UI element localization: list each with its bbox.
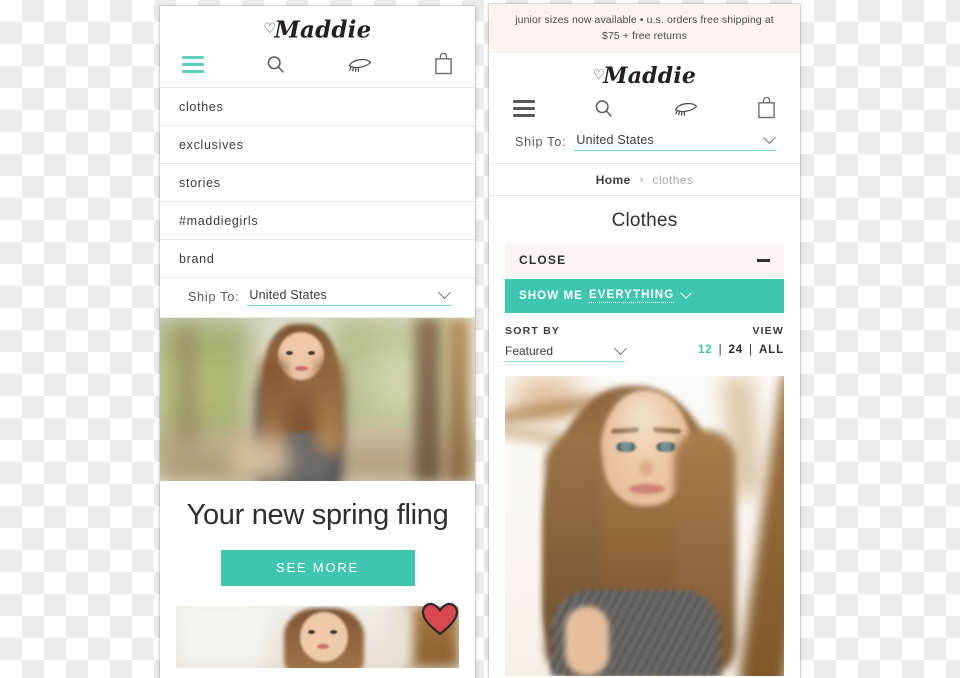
winking-eye-icon[interactable] (673, 100, 699, 116)
breadcrumb: Home › clothes (489, 164, 800, 197)
ship-to-label: Ship To: (188, 290, 240, 305)
chevron-down-icon (438, 286, 451, 299)
hero-title: Your new spring fling (186, 499, 449, 532)
chevron-down-icon (680, 287, 692, 299)
product-photo[interactable] (505, 376, 784, 677)
sort-by-caption: SORT BY (505, 325, 561, 338)
view-caption: VIEW (752, 325, 784, 338)
brand-name: Maddie (274, 16, 372, 44)
menu-item-maddiegirls[interactable]: #maddiegirls (160, 202, 475, 241)
sort-and-view-row: SORT BY Featured VIEW 12 | 24 | ALL (505, 325, 784, 363)
see-more-button[interactable]: SEE MORE (220, 550, 415, 587)
secondary-photo[interactable] (176, 606, 459, 669)
brand-name: Maddie (603, 63, 697, 90)
left-icon-bar (160, 45, 475, 87)
right-icon-bar (489, 91, 800, 127)
menu-item-stories[interactable]: stories (160, 164, 475, 203)
view-separator: | (749, 344, 753, 357)
search-icon[interactable] (265, 54, 286, 75)
view-options: 12 | 24 | ALL (698, 344, 784, 356)
show-me-filter[interactable]: SHOW ME EVERYTHING (505, 279, 784, 314)
ship-to-value: United States (249, 288, 327, 303)
ship-to-select[interactable]: United States (574, 130, 776, 152)
minus-icon (757, 258, 770, 262)
left-phone-mockup: ♡Maddie clothes exclusives stories #madd… (160, 6, 475, 678)
left-nav-menu: clothes exclusives stories #maddiegirls … (160, 88, 475, 279)
hero-photo[interactable] (160, 318, 475, 482)
show-me-label: SHOW ME (519, 290, 583, 303)
heart-badge-icon[interactable] (421, 602, 459, 636)
view-group: VIEW 12 | 24 | ALL (698, 325, 784, 356)
hero-copy: Your new spring fling SEE MORE (160, 481, 475, 587)
hamburger-menu-icon[interactable] (513, 99, 535, 117)
ship-to-value: United States (576, 133, 654, 148)
shopping-bag-icon[interactable] (434, 53, 453, 75)
sort-by-value: Featured (505, 344, 554, 359)
breadcrumb-home[interactable]: Home (596, 173, 631, 187)
menu-item-clothes[interactable]: clothes (160, 88, 475, 127)
breadcrumb-current: clothes (652, 172, 694, 187)
filter-close-bar[interactable]: CLOSE (505, 244, 784, 277)
right-phone-mockup: junior sizes now available • u.s. orders… (489, 4, 800, 678)
menu-item-exclusives[interactable]: exclusives (160, 126, 475, 165)
chevron-down-icon (763, 130, 776, 144)
view-separator: | (718, 344, 723, 357)
left-header: ♡Maddie (160, 6, 475, 89)
view-option-12[interactable]: 12 (698, 344, 713, 356)
page-title: Clothes (611, 210, 678, 232)
view-option-24[interactable]: 24 (728, 344, 743, 356)
menu-item-brand[interactable]: brand (160, 240, 475, 279)
winking-eye-icon[interactable] (347, 56, 373, 73)
hamburger-menu-icon[interactable] (182, 55, 204, 73)
right-header: ♡Maddie (489, 53, 800, 127)
brand-logo[interactable]: ♡Maddie (160, 14, 475, 45)
chevron-down-icon (614, 341, 627, 355)
breadcrumb-separator-icon: › (639, 174, 644, 186)
ship-to-label: Ship To: (515, 135, 567, 150)
ship-to-select[interactable]: United States (247, 286, 451, 307)
left-ship-to-row: Ship To: United States (160, 278, 475, 319)
brand-logo[interactable]: ♡Maddie (489, 53, 800, 91)
shopping-bag-icon[interactable] (757, 97, 776, 119)
search-icon[interactable] (593, 98, 614, 119)
sort-by-select[interactable]: Featured (505, 341, 627, 363)
view-option-all[interactable]: ALL (759, 344, 784, 356)
right-ship-to-row: Ship To: United States (489, 127, 800, 165)
show-me-value: EVERYTHING (588, 289, 675, 304)
sort-by-group: SORT BY Featured (505, 325, 627, 363)
filter-close-label: CLOSE (519, 253, 567, 268)
promo-banner: junior sizes now available • u.s. orders… (489, 4, 800, 53)
